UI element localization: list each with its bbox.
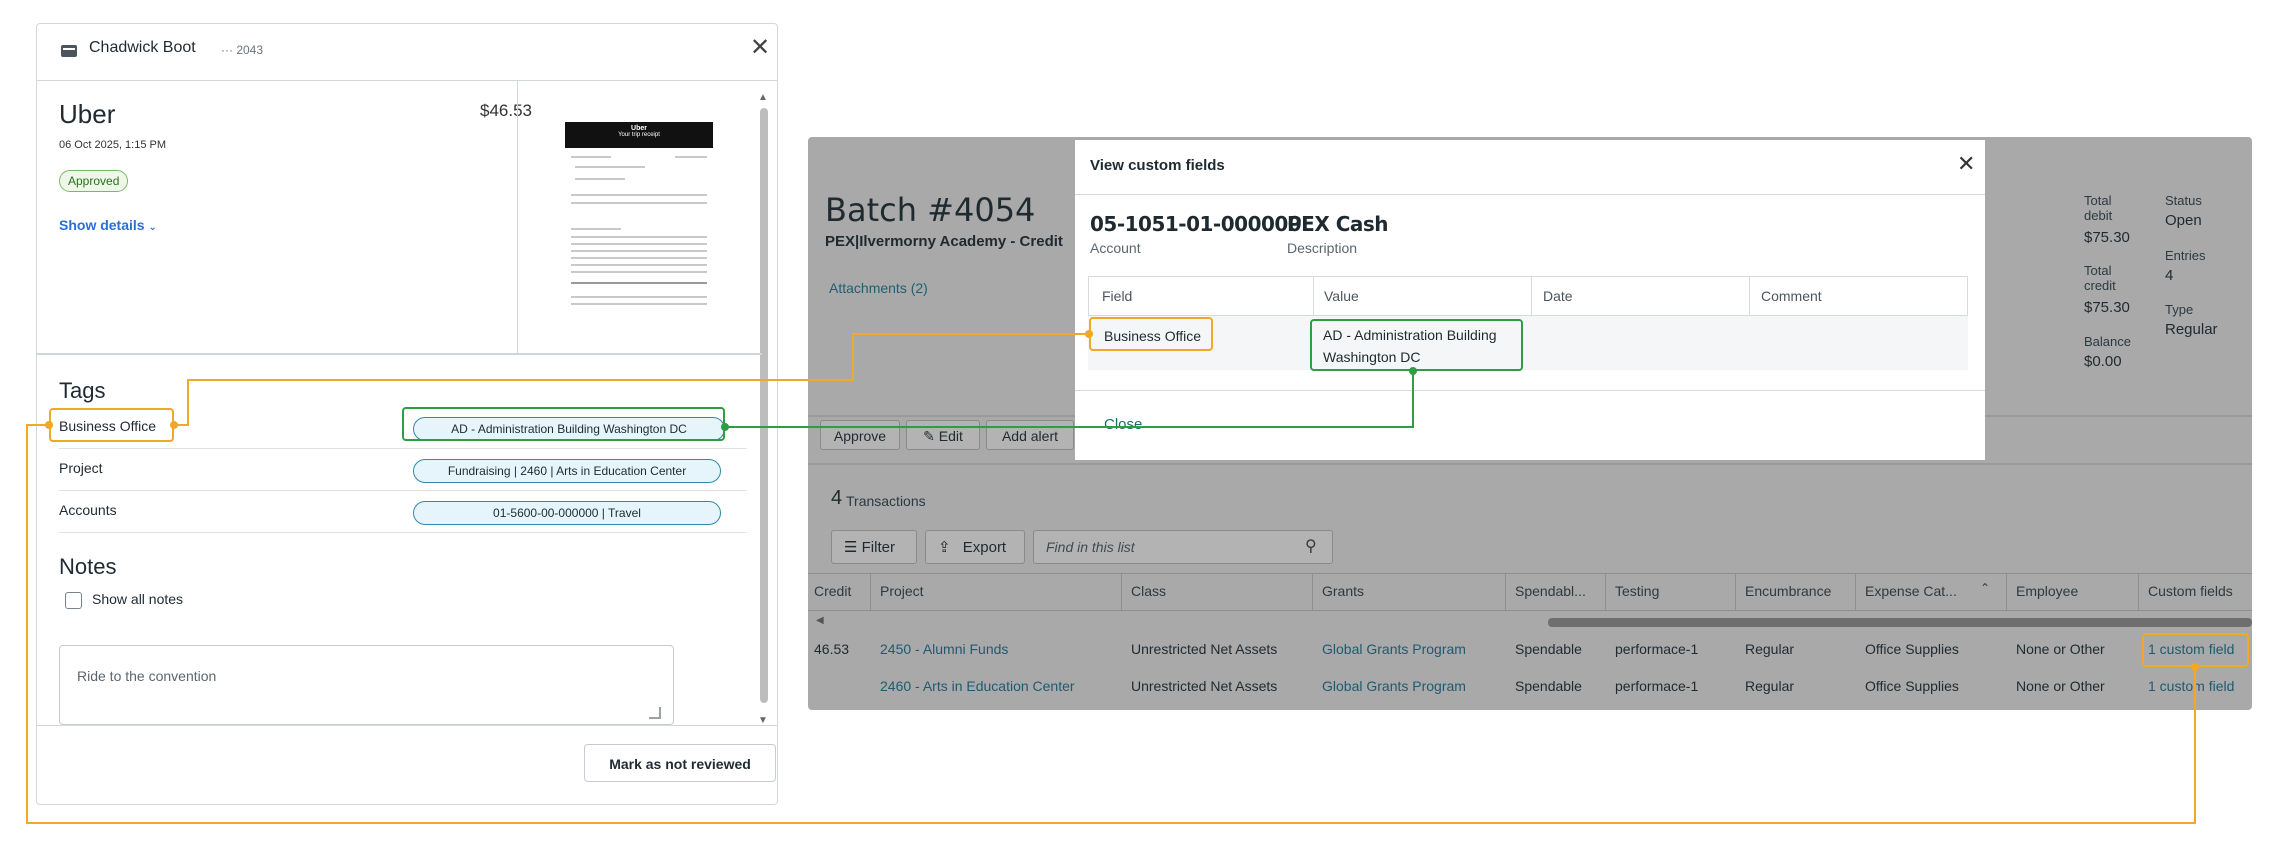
connector-dot (721, 423, 729, 431)
connector-dot (45, 421, 53, 429)
connector-orange-card-to-custom (26, 424, 2196, 824)
connector-dot (2191, 663, 2199, 671)
connector-overlay (26, 330, 2199, 824)
connector-dot (1085, 330, 1093, 338)
connector-orange-card-to-modal (174, 333, 1089, 426)
connector-dot (170, 421, 178, 429)
connector-dot (1409, 367, 1417, 375)
